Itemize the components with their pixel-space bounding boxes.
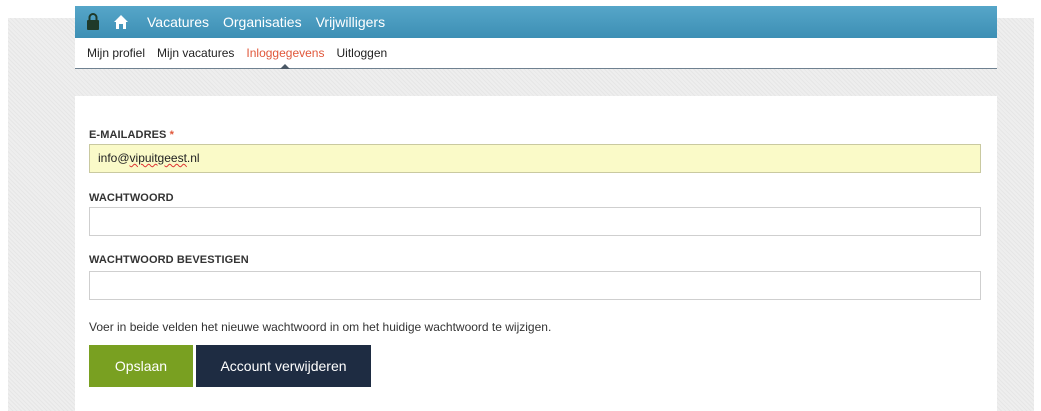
home-icon[interactable] [113, 14, 129, 30]
page-wrapper: Vacatures Organisaties Vrijwilligers Mij… [75, 6, 997, 411]
lock-icon[interactable] [87, 13, 99, 31]
nav-vacatures[interactable]: Vacatures [147, 14, 209, 30]
subnav-mijn-profiel[interactable]: Mijn profiel [87, 46, 145, 60]
subnav-uitloggen[interactable]: Uitloggen [336, 46, 387, 60]
active-caret-icon [280, 64, 291, 69]
email-field[interactable]: info@vipuitgeest.nl [89, 144, 981, 173]
save-button[interactable]: Opslaan [89, 345, 193, 387]
help-text: Voer in beide velden het nieuwe wachtwoo… [89, 320, 552, 334]
password-label: WACHTWOORD [89, 192, 174, 204]
top-navigation: Vacatures Organisaties Vrijwilligers [75, 6, 997, 38]
nav-vrijwilligers[interactable]: Vrijwilligers [316, 14, 386, 30]
password-field[interactable] [89, 207, 981, 236]
subnav-inloggegevens-label: Inloggegevens [246, 46, 325, 60]
confirm-password-label: WACHTWOORD BEVESTIGEN [89, 254, 249, 266]
nav-organisaties[interactable]: Organisaties [223, 14, 302, 30]
required-marker: * [169, 129, 175, 141]
subnav-mijn-vacatures[interactable]: Mijn vacatures [157, 46, 234, 60]
confirm-password-field[interactable] [89, 271, 981, 300]
email-value: info@vipuitgeest.nl [98, 151, 200, 165]
email-label: E-MAILADRES * [89, 129, 174, 141]
subnav-inloggegevens[interactable]: Inloggegevens [246, 46, 325, 69]
sub-navigation: Mijn profiel Mijn vacatures Inloggegeven… [75, 38, 997, 69]
delete-account-button[interactable]: Account verwijderen [196, 345, 371, 387]
email-label-text: E-MAILADRES [89, 129, 167, 141]
login-details-form: E-MAILADRES * info@vipuitgeest.nl WACHTW… [75, 96, 997, 411]
email-value-text: info@vipuitgeest.nl [98, 151, 200, 165]
